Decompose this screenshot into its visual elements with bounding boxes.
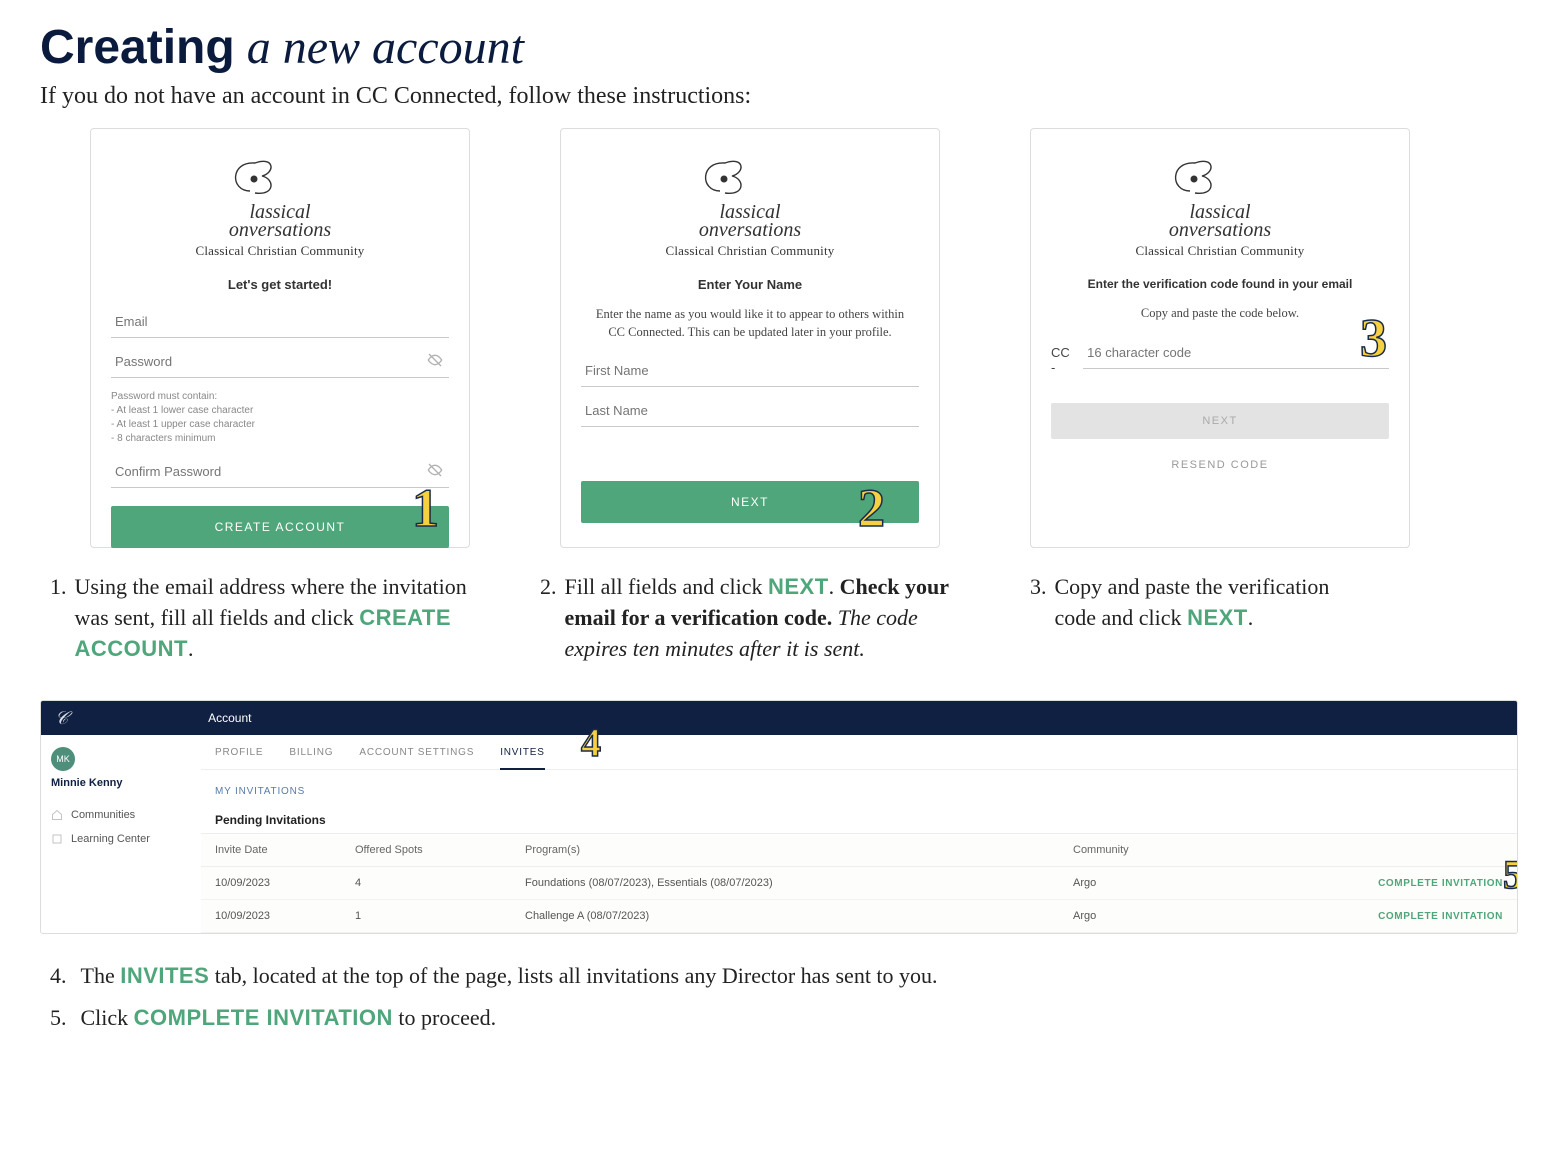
col-invite-date: Invite Date bbox=[215, 844, 355, 856]
dashboard-topbar: 𝒞 Account bbox=[41, 701, 1517, 735]
tabs-row: PROFILE BILLING ACCOUNT SETTINGS INVITES… bbox=[201, 735, 1517, 770]
bottom-list: 4. The INVITES tab, located at the top o… bbox=[50, 958, 1518, 1034]
table-row: 10/09/2023 4 Foundations (08/07/2023), E… bbox=[201, 867, 1517, 900]
caption-3: 3. Copy and paste the verification code … bbox=[1030, 572, 1370, 664]
resend-code-button[interactable]: RESEND CODE bbox=[1051, 447, 1389, 483]
dashboard-main: PROFILE BILLING ACCOUNT SETTINGS INVITES… bbox=[201, 735, 1517, 933]
brand-logo: lassicalonversations Classical Christian… bbox=[1051, 151, 1389, 259]
verification-card: lassicalonversations Classical Christian… bbox=[1030, 128, 1410, 548]
col-offered-spots: Offered Spots bbox=[355, 844, 525, 856]
complete-invitation-link[interactable]: COMPLETE INVITATION bbox=[1378, 878, 1503, 889]
verification-code-field[interactable] bbox=[1083, 337, 1389, 369]
brand-name: lassicalonversations bbox=[1051, 203, 1389, 239]
book-icon bbox=[51, 833, 63, 845]
callout-3: 3 bbox=[1360, 307, 1387, 369]
brand-subtitle: Classical Christian Community bbox=[581, 243, 919, 259]
bottom-item-4: 4. The INVITES tab, located at the top o… bbox=[50, 958, 1518, 993]
table-header: Invite Date Offered Spots Program(s) Com… bbox=[201, 833, 1517, 867]
card2-heading: Enter Your Name bbox=[581, 277, 919, 292]
brand-subtitle: Classical Christian Community bbox=[1051, 243, 1389, 259]
intro-text: If you do not have an account in CC Conn… bbox=[40, 83, 1518, 110]
dashboard-sidebar: MK Minnie Kenny Communities Learning Cen… bbox=[41, 735, 201, 933]
sidebar-item-communities[interactable]: Communities bbox=[51, 803, 191, 827]
topbar-title: Account bbox=[208, 711, 251, 725]
avatar[interactable]: MK bbox=[51, 747, 75, 771]
first-name-field[interactable] bbox=[581, 355, 919, 387]
brand-logo: lassicalonversations Classical Christian… bbox=[111, 151, 449, 259]
card3-heading: Enter the verification code found in you… bbox=[1051, 277, 1389, 291]
brand-logo-icon bbox=[220, 151, 340, 203]
topbar-logo-icon: 𝒞 bbox=[55, 708, 68, 729]
callout-4: 4 bbox=[581, 719, 602, 766]
eye-off-icon[interactable] bbox=[427, 462, 443, 478]
title-bold: Creating bbox=[40, 21, 235, 74]
col-programs: Program(s) bbox=[525, 844, 1073, 856]
tab-profile[interactable]: PROFILE bbox=[215, 747, 263, 769]
email-field[interactable] bbox=[111, 306, 449, 338]
eye-off-icon[interactable] bbox=[427, 352, 443, 368]
confirm-password-field[interactable] bbox=[111, 456, 449, 488]
brand-logo: lassicalonversations Classical Christian… bbox=[581, 151, 919, 259]
dashboard-screenshot: 𝒞 Account MK Minnie Kenny Communities Le… bbox=[40, 700, 1518, 934]
create-account-button[interactable]: CREATE ACCOUNT bbox=[111, 506, 449, 548]
callout-2: 2 bbox=[858, 477, 885, 539]
user-name: Minnie Kenny bbox=[51, 777, 191, 789]
enter-name-card: lassicalonversations Classical Christian… bbox=[560, 128, 940, 548]
card2-subtext: Enter the name as you would like it to a… bbox=[591, 306, 909, 341]
last-name-field[interactable] bbox=[581, 395, 919, 427]
cards-row: lassicalonversations Classical Christian… bbox=[90, 128, 1518, 548]
callout-5: 5 bbox=[1503, 851, 1518, 898]
card1-heading: Let's get started! bbox=[111, 277, 449, 292]
invitations-table: Invite Date Offered Spots Program(s) Com… bbox=[201, 833, 1517, 933]
complete-invitation-link[interactable]: COMPLETE INVITATION bbox=[1378, 911, 1503, 922]
callout-1: 1 bbox=[412, 477, 439, 539]
pending-invitations-header: Pending Invitations bbox=[201, 807, 1517, 833]
sidebar-item-learning[interactable]: Learning Center bbox=[51, 827, 191, 851]
section-title: MY INVITATIONS bbox=[201, 770, 1517, 807]
password-field[interactable] bbox=[111, 346, 449, 378]
col-community: Community bbox=[1073, 844, 1303, 856]
title-italic: a new account bbox=[247, 21, 524, 74]
table-row: 10/09/2023 1 Challenge A (08/07/2023) Ar… bbox=[201, 900, 1517, 933]
home-icon bbox=[51, 809, 63, 821]
bottom-item-5: 5. Click COMPLETE INVITATION to proceed. bbox=[50, 1000, 1518, 1035]
password-rules: Password must contain: - At least 1 lowe… bbox=[111, 390, 449, 446]
tab-account-settings[interactable]: ACCOUNT SETTINGS bbox=[359, 747, 474, 769]
tab-billing[interactable]: BILLING bbox=[289, 747, 333, 769]
brand-logo-icon bbox=[690, 151, 810, 203]
card3-subtext: Copy and paste the code below. bbox=[1061, 305, 1379, 323]
caption-row: 1. Using the email address where the inv… bbox=[50, 572, 1518, 664]
brand-name: lassicalonversations bbox=[581, 203, 919, 239]
brand-name: lassicalonversations bbox=[111, 203, 449, 239]
caption-1: 1. Using the email address where the inv… bbox=[50, 572, 470, 664]
tab-invites[interactable]: INVITES bbox=[500, 747, 545, 770]
brand-subtitle: Classical Christian Community bbox=[111, 243, 449, 259]
brand-logo-icon bbox=[1160, 151, 1280, 203]
create-account-card: lassicalonversations Classical Christian… bbox=[90, 128, 470, 548]
page-title: Creating a new account bbox=[40, 20, 1518, 75]
next-button-disabled[interactable]: NEXT bbox=[1051, 403, 1389, 439]
code-prefix: CC - bbox=[1051, 345, 1075, 375]
caption-2: 2. Fill all fields and click NEXT. Check… bbox=[540, 572, 960, 664]
